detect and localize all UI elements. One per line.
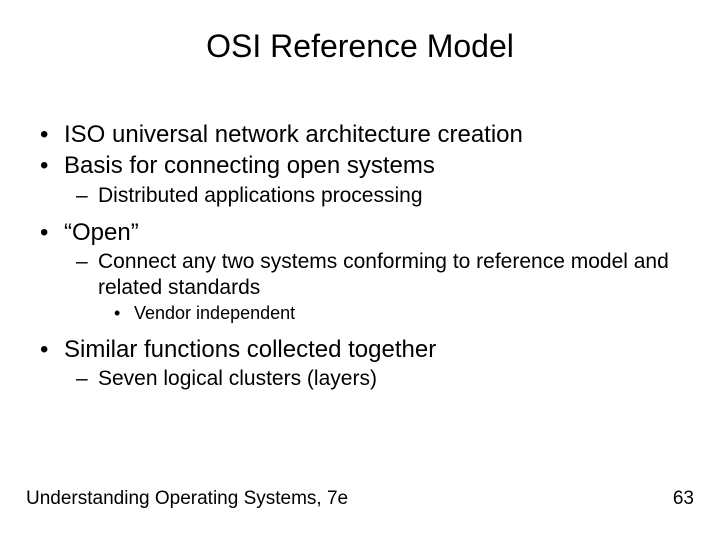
bullet-l2: Seven logical clusters (layers) (34, 366, 686, 392)
bullet-l2: Connect any two systems conforming to re… (34, 249, 686, 300)
bullet-l2: Distributed applications processing (34, 183, 686, 209)
bullet-l1: Basis for connecting open systems (34, 151, 686, 180)
bullet-l1: ISO universal network architecture creat… (34, 120, 686, 149)
bullet-list: ISO universal network architecture creat… (34, 120, 686, 391)
page-number: 63 (673, 488, 694, 510)
slide-title: OSI Reference Model (0, 28, 720, 65)
slide-body: ISO universal network architecture creat… (34, 118, 686, 393)
footer-left: Understanding Operating Systems, 7e (26, 488, 348, 510)
bullet-l3: Vendor independent (34, 303, 686, 325)
bullet-l1: Similar functions collected together (34, 335, 686, 364)
bullet-l1: “Open” (34, 218, 686, 247)
slide: OSI Reference Model ISO universal networ… (0, 0, 720, 540)
